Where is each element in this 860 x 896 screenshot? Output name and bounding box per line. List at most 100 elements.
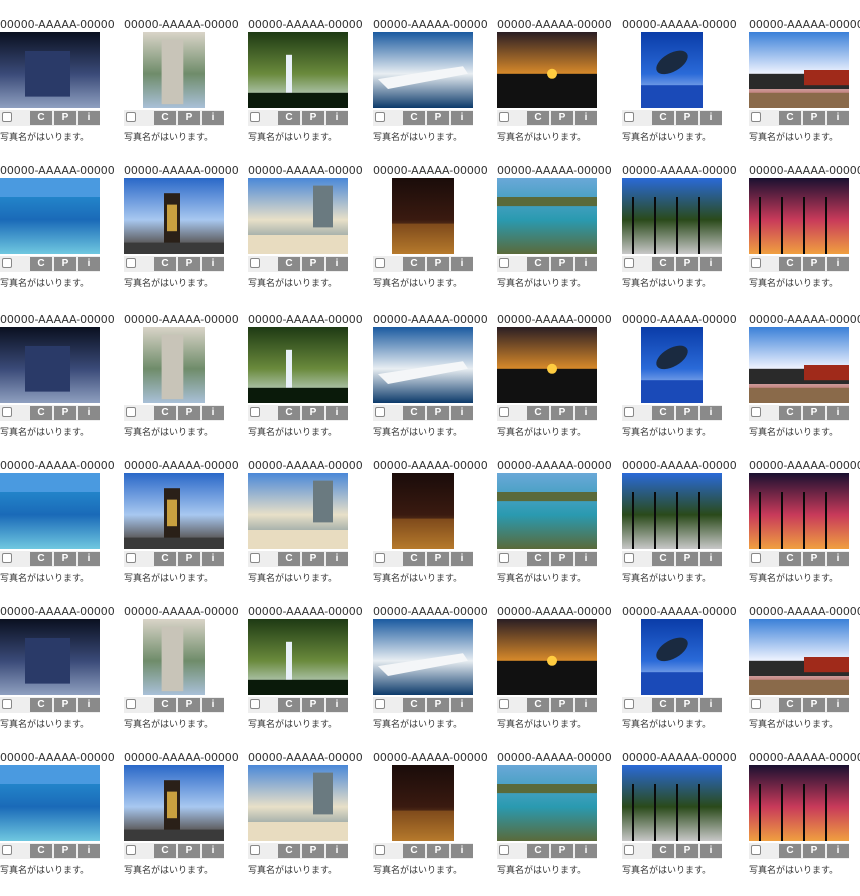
select-checkbox[interactable] [2,112,12,122]
photo-thumbnail[interactable] [497,32,597,108]
select-checkbox[interactable] [2,258,12,268]
select-checkbox[interactable] [499,845,509,855]
photo-city-night[interactable] [392,178,454,254]
photo-ocean-coast[interactable] [0,178,100,254]
info-button[interactable]: i [451,111,473,125]
info-button[interactable]: i [326,698,348,712]
print-button[interactable]: P [178,111,200,125]
info-button[interactable]: i [575,257,597,271]
copy-button[interactable]: C [779,257,801,271]
info-button[interactable]: i [78,552,100,566]
select-checkbox[interactable] [250,845,260,855]
select-checkbox[interactable] [126,699,136,709]
photo-beach-hotels[interactable] [248,765,348,841]
info-button[interactable]: i [575,698,597,712]
select-checkbox[interactable] [250,553,260,563]
photo-city-night[interactable] [392,765,454,841]
photo-waterfall[interactable] [248,327,348,403]
photo-thumbnail[interactable] [373,765,473,841]
select-checkbox[interactable] [624,553,634,563]
select-checkbox[interactable] [250,407,260,417]
photo-thumbnail[interactable] [0,473,100,549]
photo-thumbnail[interactable] [373,178,473,254]
select-checkbox[interactable] [126,845,136,855]
print-button[interactable]: P [803,552,825,566]
photo-hotel-tower[interactable] [143,619,205,695]
info-button[interactable]: i [827,257,849,271]
info-button[interactable]: i [451,698,473,712]
photo-thumbnail[interactable] [497,473,597,549]
photo-sunset-horizon[interactable] [497,619,597,695]
photo-thumbnail[interactable] [248,32,348,108]
select-checkbox[interactable] [499,553,509,563]
info-button[interactable]: i [202,552,224,566]
photo-thumbnail[interactable] [749,473,849,549]
select-checkbox[interactable] [126,258,136,268]
copy-button[interactable]: C [652,844,674,858]
select-checkbox[interactable] [126,112,136,122]
print-button[interactable]: P [551,111,573,125]
photo-thumbnail[interactable] [622,178,722,254]
select-checkbox[interactable] [751,407,761,417]
copy-button[interactable]: C [779,844,801,858]
photo-thumbnail[interactable] [124,619,224,695]
photo-thumbnail[interactable] [749,32,849,108]
info-button[interactable]: i [451,844,473,858]
select-checkbox[interactable] [2,553,12,563]
photo-humpback-whale[interactable] [641,619,703,695]
copy-button[interactable]: C [30,552,52,566]
print-button[interactable]: P [302,111,324,125]
info-button[interactable]: i [202,406,224,420]
print-button[interactable]: P [676,552,698,566]
print-button[interactable]: P [427,698,449,712]
copy-button[interactable]: C [278,406,300,420]
photo-humpback-whale[interactable] [641,327,703,403]
photo-bay-cove[interactable] [497,473,597,549]
info-button[interactable]: i [78,844,100,858]
photo-thumbnail[interactable] [622,32,722,108]
print-button[interactable]: P [427,552,449,566]
copy-button[interactable]: C [527,257,549,271]
photo-cruise-ship[interactable] [373,327,473,403]
print-button[interactable]: P [427,257,449,271]
copy-button[interactable]: C [278,552,300,566]
photo-palm-sunset[interactable] [749,765,849,841]
copy-button[interactable]: C [403,698,425,712]
select-checkbox[interactable] [751,845,761,855]
select-checkbox[interactable] [375,258,385,268]
info-button[interactable]: i [575,111,597,125]
select-checkbox[interactable] [624,407,634,417]
print-button[interactable]: P [302,257,324,271]
info-button[interactable]: i [827,844,849,858]
copy-button[interactable]: C [154,111,176,125]
photo-thumbnail[interactable] [124,473,224,549]
print-button[interactable]: P [54,698,76,712]
print-button[interactable]: P [54,406,76,420]
photo-waterfall[interactable] [248,32,348,108]
select-checkbox[interactable] [375,407,385,417]
info-button[interactable]: i [700,552,722,566]
info-button[interactable]: i [78,406,100,420]
select-checkbox[interactable] [126,553,136,563]
print-button[interactable]: P [551,406,573,420]
copy-button[interactable]: C [779,698,801,712]
photo-thumbnail[interactable] [248,178,348,254]
print-button[interactable]: P [54,111,76,125]
copy-button[interactable]: C [779,111,801,125]
select-checkbox[interactable] [751,258,761,268]
photo-ocean-coast[interactable] [0,473,100,549]
copy-button[interactable]: C [403,111,425,125]
copy-button[interactable]: C [527,552,549,566]
info-button[interactable]: i [78,111,100,125]
copy-button[interactable]: C [403,552,425,566]
photo-airplane-seat[interactable] [0,32,100,108]
photo-palm-sunset[interactable] [749,473,849,549]
print-button[interactable]: P [178,257,200,271]
select-checkbox[interactable] [751,112,761,122]
photo-thumbnail[interactable] [622,619,722,695]
print-button[interactable]: P [178,552,200,566]
print-button[interactable]: P [302,406,324,420]
copy-button[interactable]: C [527,698,549,712]
print-button[interactable]: P [676,698,698,712]
photo-thumbnail[interactable] [124,327,224,403]
